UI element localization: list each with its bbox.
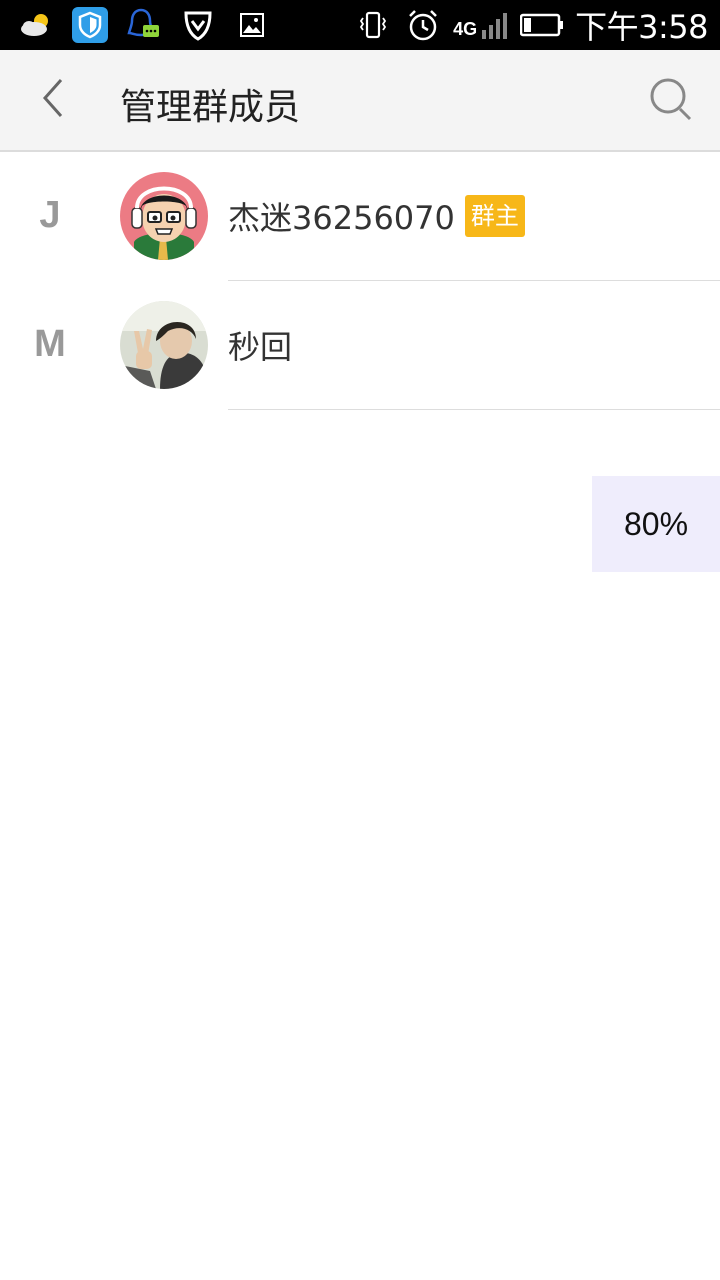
network-type-label: 4G xyxy=(453,19,478,39)
security-shield-icon xyxy=(70,6,110,44)
weather-icon xyxy=(16,6,56,44)
app-screen: 4G 下午3:58 管理群成员 J 杰迷36256070 群主 M 秒回 80% xyxy=(0,0,720,1280)
status-bar-time: 下午3:58 xyxy=(575,8,708,46)
zoom-indicator: 80% xyxy=(592,476,720,572)
signal-icon: 4G xyxy=(453,10,509,40)
member-name-group: 杰迷36256070 群主 xyxy=(228,192,525,240)
member-list: J 杰迷36256070 群主 M 秒回 xyxy=(0,152,720,410)
vpn-shield-icon xyxy=(178,6,218,44)
member-name: 秒回 xyxy=(228,328,293,366)
vibrate-icon xyxy=(353,6,393,44)
alarm-icon xyxy=(403,6,443,44)
search-icon xyxy=(648,76,696,128)
title-bar: 管理群成员 xyxy=(0,50,720,152)
member-row[interactable]: M 秒回 xyxy=(0,281,720,410)
status-bar-system: 4G 下午3:58 xyxy=(353,0,708,50)
page-title: 管理群成员 xyxy=(120,87,301,128)
back-button[interactable] xyxy=(22,72,82,128)
search-button[interactable] xyxy=(640,72,704,132)
avatar[interactable] xyxy=(120,172,208,260)
member-row[interactable]: J 杰迷36256070 群主 xyxy=(0,152,720,281)
member-name: 杰迷36256070 xyxy=(228,199,455,237)
row-divider xyxy=(228,409,720,410)
owner-badge: 群主 xyxy=(464,195,525,237)
status-bar-notifications xyxy=(16,6,272,44)
chevron-left-icon xyxy=(37,76,67,124)
index-letter: J xyxy=(39,193,61,236)
gallery-icon xyxy=(232,6,272,44)
member-name-group: 秒回 xyxy=(228,321,292,369)
battery-icon xyxy=(519,6,565,44)
avatar[interactable] xyxy=(120,301,208,389)
status-bar: 4G 下午3:58 xyxy=(0,0,720,50)
index-letter: M xyxy=(34,322,66,365)
qq-message-icon xyxy=(124,6,164,44)
